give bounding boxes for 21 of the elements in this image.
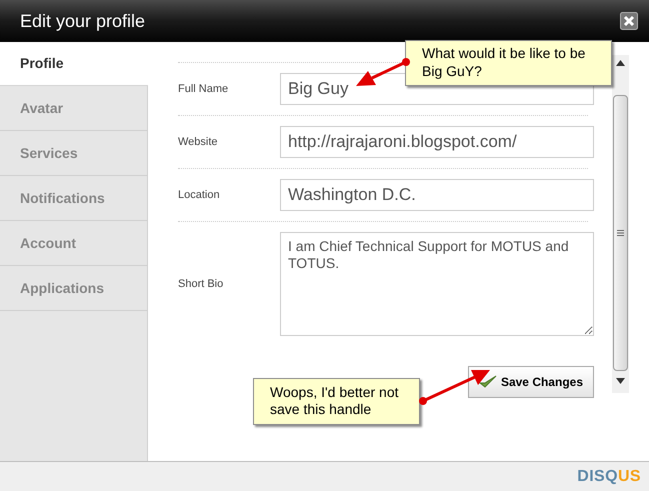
checkmark-icon (478, 375, 497, 389)
bio-field[interactable]: I am Chief Technical Support for MOTUS and TOTUS. (280, 232, 594, 336)
close-icon[interactable] (620, 12, 638, 30)
pointer-arrow (356, 58, 410, 86)
scroll-down-icon[interactable] (616, 378, 625, 384)
field-label: Full Name (178, 82, 230, 97)
field-label: Short Bio (178, 276, 224, 292)
field-label: Website (178, 134, 219, 150)
scroll-up-icon[interactable] (616, 60, 625, 66)
save-button[interactable]: Save Changes (468, 366, 594, 398)
callout-tooltip: What would it be like to be Big GuY? (405, 40, 612, 86)
grip-icon (617, 230, 624, 236)
window-title: Edit your profile (20, 10, 146, 33)
field-label: Location (178, 188, 221, 203)
callout-tooltip: Woops, I'd better not save this handle (253, 378, 420, 425)
scrollbar-thumb[interactable] (613, 95, 628, 371)
input-field[interactable]: Washington D.C. (280, 179, 594, 211)
sidebar-tab[interactable]: Profile (0, 42, 148, 86)
pointer-arrow (419, 370, 490, 405)
scrollbar[interactable] (612, 55, 629, 393)
input-field[interactable]: http://rajrajaroni.blogspot.com/ (280, 126, 594, 158)
